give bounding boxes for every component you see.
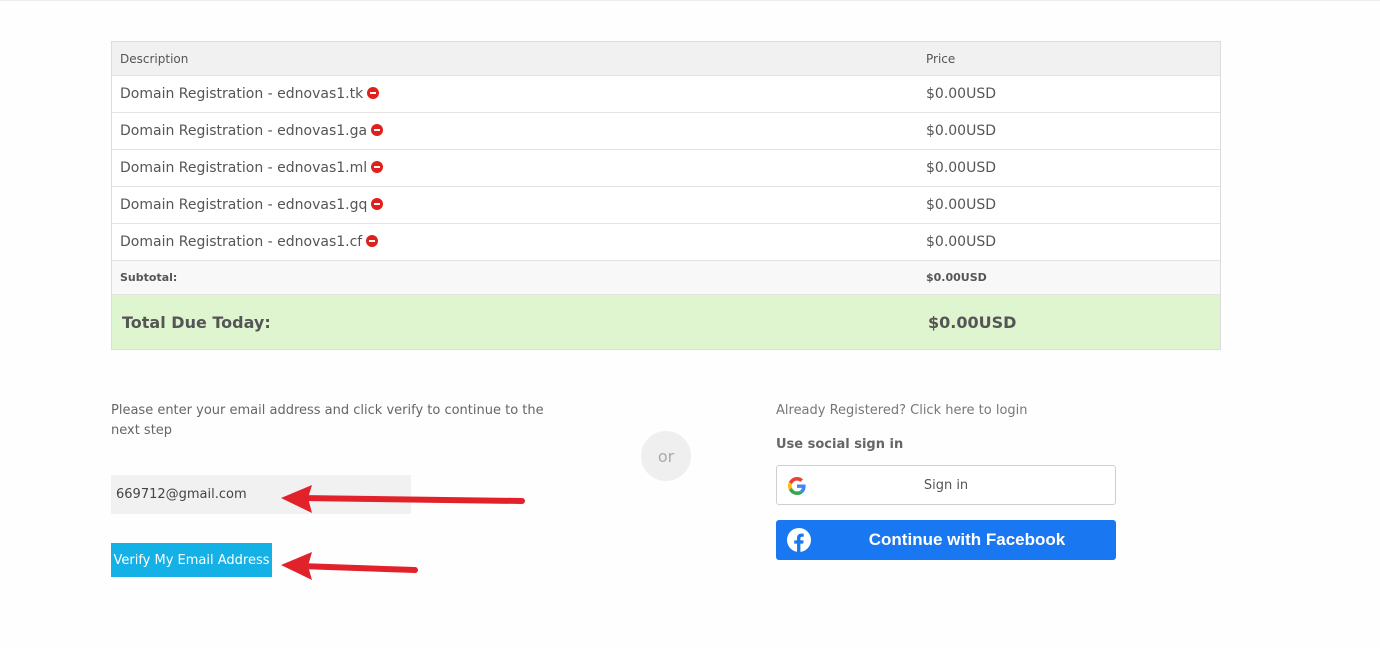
top-divider [0, 0, 1380, 1]
table-row: Domain Registration - ednovas1.ga $0.00U… [112, 113, 1220, 150]
verify-email-button[interactable]: Verify My Email Address [111, 543, 272, 577]
item-description-text: Domain Registration - ednovas1.gq [120, 197, 368, 213]
total-due-row: Total Due Today: $0.00USD [112, 295, 1220, 349]
remove-icon[interactable] [366, 235, 379, 247]
item-description-text: Domain Registration - ednovas1.tk [120, 86, 364, 102]
item-description: Domain Registration - ednovas1.cf [112, 234, 918, 250]
google-sign-in-button[interactable]: Sign in [776, 465, 1116, 505]
remove-icon[interactable] [367, 87, 380, 99]
total-due-label: Total Due Today: [122, 312, 271, 332]
item-description: Domain Registration - ednovas1.ga [112, 123, 918, 139]
item-description: Domain Registration - ednovas1.ml [112, 160, 918, 176]
annotation-arrow-verify [281, 552, 418, 580]
subtotal-label: Subtotal: [120, 271, 178, 284]
subtotal-value: $0.00USD [926, 271, 987, 284]
subtotal-row: Subtotal: $0.00USD [112, 261, 1220, 295]
item-description-text: Domain Registration - ednovas1.cf [120, 234, 363, 250]
item-price: $0.00USD [926, 160, 996, 176]
email-field[interactable] [111, 475, 411, 514]
facebook-continue-label: Continue with Facebook [868, 530, 1066, 549]
item-price: $0.00USD [926, 234, 996, 250]
email-instructions: Please enter your email address and clic… [111, 403, 544, 438]
or-divider: or [641, 431, 691, 481]
order-summary-table: Description Price Domain Registration - … [111, 41, 1221, 350]
remove-icon[interactable] [371, 161, 384, 173]
total-due-value: $0.00USD [928, 312, 1017, 332]
table-row: Domain Registration - ednovas1.tk $0.00U… [112, 76, 1220, 113]
google-sign-in-label: Sign in [923, 477, 969, 493]
item-price: $0.00USD [926, 123, 996, 139]
facebook-f-icon [787, 528, 811, 552]
facebook-continue-button[interactable]: Continue with Facebook [776, 520, 1116, 560]
table-row: Domain Registration - ednovas1.ml $0.00U… [112, 150, 1220, 187]
price-column-header: Price [926, 51, 956, 66]
table-row: Domain Registration - ednovas1.gq $0.00U… [112, 187, 1220, 224]
item-description: Domain Registration - ednovas1.tk [112, 86, 918, 102]
table-header-row: Description Price [112, 42, 1220, 76]
item-description-text: Domain Registration - ednovas1.ga [120, 123, 368, 139]
remove-icon[interactable] [371, 124, 384, 136]
item-price: $0.00USD [926, 197, 996, 213]
table-row: Domain Registration - ednovas1.cf $0.00U… [112, 224, 1220, 261]
item-price: $0.00USD [926, 86, 996, 102]
description-column-header: Description [120, 51, 189, 66]
item-description: Domain Registration - ednovas1.gq [112, 197, 918, 213]
item-description-text: Domain Registration - ednovas1.ml [120, 160, 368, 176]
login-link[interactable]: Already Registered? Click here to login [776, 401, 1028, 421]
social-sign-in-title: Use social sign in [776, 437, 904, 452]
remove-icon[interactable] [371, 198, 384, 210]
